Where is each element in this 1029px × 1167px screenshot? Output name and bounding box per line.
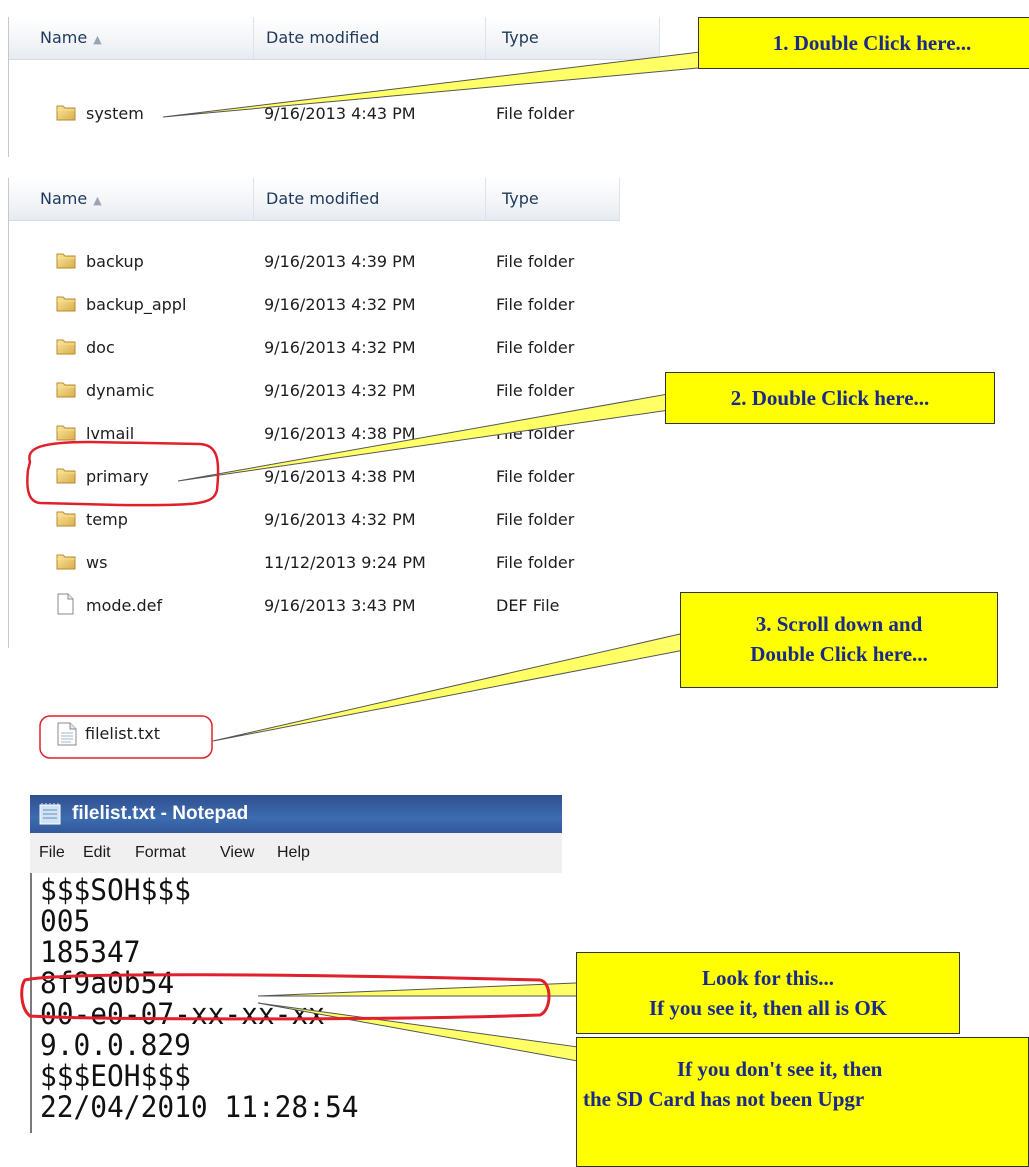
- notepad-text-area[interactable]: $$$SOH$$$ 005 185347 8f9a0b54 00-e0-07-xx-xx…: [30, 873, 564, 1133]
- file-date: 9/16/2013 4:38 PM: [264, 424, 416, 443]
- callout-step-3-line-2: Double Click here...: [750, 642, 928, 666]
- panel-border: [8, 178, 9, 648]
- sort-ascending-icon: ▲: [93, 33, 102, 46]
- column-date-header[interactable]: Date modified: [254, 17, 486, 59]
- notepad-line: $$$EOH$$$: [40, 1059, 191, 1093]
- column-name-header[interactable]: Name ▲: [8, 178, 254, 220]
- menu-edit[interactable]: Edit: [83, 833, 111, 873]
- folder-icon: [56, 511, 76, 527]
- file-date: 9/16/2013 4:38 PM: [264, 467, 416, 486]
- file-name: filelist.txt: [85, 724, 160, 743]
- file-name: dynamic: [86, 381, 155, 400]
- file-date: 9/16/2013 4:32 PM: [264, 338, 416, 357]
- menu-help[interactable]: Help: [277, 833, 310, 873]
- callout-3-pointer: [212, 633, 702, 742]
- column-type-header[interactable]: Type: [486, 178, 620, 220]
- file-row-4[interactable]: lvmail 9/16/2013 4:38 PM File folder: [8, 412, 620, 455]
- file-type: DEF File: [496, 596, 560, 615]
- column-header-bar: Name ▲ Date modified Type: [8, 178, 620, 221]
- panel-border: [8, 17, 9, 157]
- explorer-panel-folders: Name ▲ Date modified Type backup 9/16/2013…: [8, 178, 620, 648]
- folder-icon: [56, 554, 76, 570]
- file-date: 9/16/2013 4:32 PM: [264, 295, 416, 314]
- file-name: backup_appl: [86, 295, 187, 314]
- menu-format[interactable]: Format: [135, 833, 186, 873]
- file-row-1[interactable]: backup_appl 9/16/2013 4:32 PM File folder: [8, 283, 620, 326]
- file-icon: [57, 593, 74, 615]
- callout-step-3-line-1: 3. Scroll down and: [755, 612, 923, 636]
- notepad-line: $$$SOH$$$: [40, 873, 191, 907]
- notepad-line: 22/04/2010 11:28:54: [40, 1090, 359, 1124]
- callout-missing-line-2: the SD Card has not been Upgr: [583, 1087, 865, 1111]
- file-date: 9/16/2013 4:43 PM: [264, 104, 416, 123]
- callout-step-2: 2. Double Click here...: [665, 372, 995, 424]
- menu-view[interactable]: View: [220, 833, 254, 873]
- folder-icon: [56, 296, 76, 312]
- column-header-bar: Name ▲ Date modified Type: [8, 17, 660, 60]
- notepad-line: 00-e0-07-xx-xx-xx: [40, 997, 325, 1031]
- notepad-line: 8f9a0b54: [40, 966, 175, 1000]
- file-type: File folder: [496, 381, 575, 400]
- file-name: primary: [86, 467, 149, 486]
- callout-look-for-line-1: Look for this...: [701, 966, 835, 990]
- text-file-icon: [57, 722, 77, 746]
- file-type: File folder: [496, 295, 575, 314]
- folder-icon: [56, 468, 76, 484]
- notepad-menu-bar: File Edit Format View Help: [30, 833, 562, 874]
- callout-step-1: 1. Double Click here...: [698, 17, 1029, 69]
- sort-ascending-icon: ▲: [93, 194, 102, 207]
- callout-look-for-line-2: If you see it, then all is OK: [648, 996, 887, 1020]
- file-date: 9/16/2013 3:43 PM: [264, 596, 416, 615]
- file-name: mode.def: [86, 596, 163, 615]
- folder-icon: [56, 382, 76, 398]
- file-name: ws: [86, 553, 108, 572]
- callout-step-3: 3. Scroll down and Double Click here...: [680, 592, 998, 688]
- folder-icon: [56, 425, 76, 441]
- explorer-panel-system: Name ▲ Date modified Type system 9/16/201…: [8, 17, 660, 157]
- folder-icon: [56, 339, 76, 355]
- file-row-3[interactable]: dynamic 9/16/2013 4:32 PM File folder: [8, 369, 620, 412]
- file-name: doc: [86, 338, 115, 357]
- column-name-header[interactable]: Name ▲: [8, 17, 254, 59]
- file-date: 9/16/2013 4:39 PM: [264, 252, 416, 271]
- menu-file[interactable]: File: [39, 833, 65, 873]
- file-date: 9/16/2013 4:32 PM: [264, 381, 416, 400]
- notepad-icon: [39, 803, 61, 825]
- file-row-6[interactable]: temp 9/16/2013 4:32 PM File folder: [8, 498, 620, 541]
- file-row-0[interactable]: backup 9/16/2013 4:39 PM File folder: [8, 240, 620, 283]
- notepad-line: 185347: [40, 935, 141, 969]
- file-item-filelist[interactable]: filelist.txt: [40, 712, 220, 758]
- file-date: 11/12/2013 9:24 PM: [264, 553, 426, 572]
- file-row-7[interactable]: ws 11/12/2013 9:24 PM File folder: [8, 541, 620, 584]
- callout-look-for: Look for this... If you see it, then all…: [576, 952, 960, 1034]
- file-name: system: [86, 104, 144, 123]
- file-type: File folder: [496, 338, 575, 357]
- file-type: File folder: [496, 510, 575, 529]
- column-type-header[interactable]: Type: [486, 17, 660, 59]
- notepad-line: 9.0.0.829: [40, 1028, 191, 1062]
- file-name: lvmail: [86, 424, 135, 443]
- file-row-2[interactable]: doc 9/16/2013 4:32 PM File folder: [8, 326, 620, 369]
- folder-icon: [56, 253, 76, 269]
- file-type: File folder: [496, 424, 575, 443]
- column-date-header[interactable]: Date modified: [254, 178, 486, 220]
- file-name: temp: [86, 510, 128, 529]
- notepad-title: filelist.txt - Notepad: [72, 803, 249, 824]
- callout-missing-line-1: If you don't see it, then: [677, 1057, 883, 1081]
- file-type: File folder: [496, 467, 575, 486]
- file-row-8[interactable]: mode.def 9/16/2013 3:43 PM DEF File: [8, 584, 620, 627]
- callout-missing: If you don't see it, then the SD Card ha…: [576, 1037, 1029, 1167]
- notepad-line: 005: [40, 904, 91, 938]
- file-type: File folder: [496, 553, 575, 572]
- file-row-system[interactable]: system 9/16/2013 4:43 PM File folder: [8, 92, 660, 135]
- file-date: 9/16/2013 4:32 PM: [264, 510, 416, 529]
- file-type: File folder: [496, 104, 575, 123]
- folder-icon: [56, 105, 76, 121]
- file-type: File folder: [496, 252, 575, 271]
- file-row-5[interactable]: primary 9/16/2013 4:38 PM File folder: [8, 455, 620, 498]
- notepad-title-bar[interactable]: filelist.txt - Notepad: [30, 795, 562, 833]
- file-name: backup: [86, 252, 144, 271]
